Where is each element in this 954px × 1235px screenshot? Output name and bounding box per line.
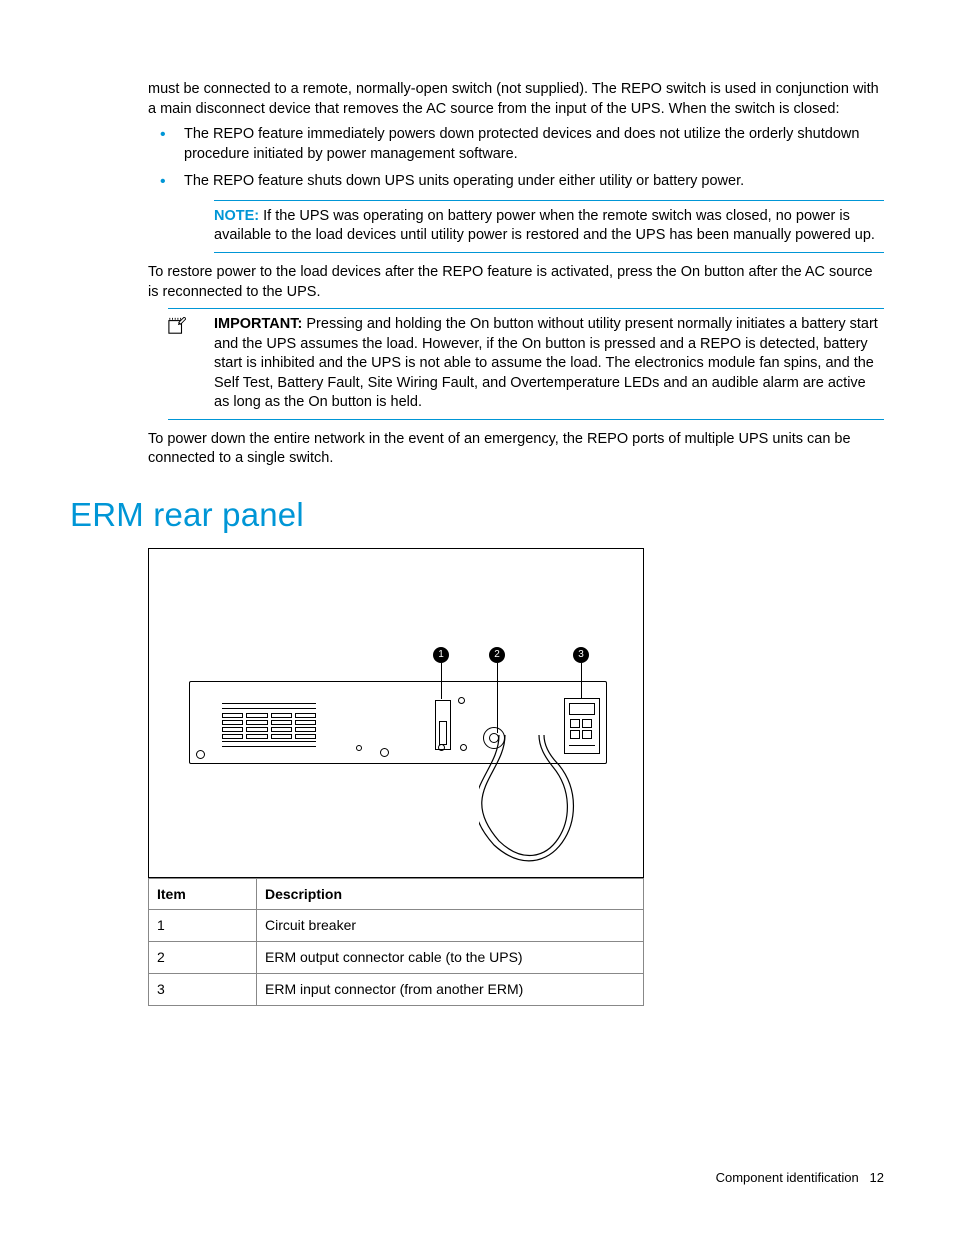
screw-icon: [196, 750, 205, 759]
table-row: 3 ERM input connector (from another ERM): [149, 974, 644, 1006]
table-header-item: Item: [149, 878, 257, 910]
bullet-item: The REPO feature immediately powers down…: [148, 125, 884, 164]
section-heading: ERM rear panel: [70, 493, 884, 538]
figure-callout-2: 2: [489, 647, 505, 663]
table-row: 2 ERM output connector cable (to the UPS…: [149, 942, 644, 974]
powerdown-paragraph: To power down the entire network in the …: [148, 430, 884, 469]
table-cell-item: 1: [149, 910, 257, 942]
page-footer: Component identification 12: [716, 1169, 884, 1187]
restore-paragraph: To restore power to the load devices aft…: [148, 263, 884, 302]
table-cell-desc: ERM input connector (from another ERM): [257, 974, 644, 1006]
table-cell-item: 3: [149, 974, 257, 1006]
screw-icon: [460, 744, 467, 751]
screw-icon: [380, 748, 389, 757]
parts-table: Item Description 1 Circuit breaker 2 ERM…: [148, 878, 644, 1007]
important-callout: IMPORTANT: Pressing and holding the On b…: [168, 308, 884, 420]
important-label: IMPORTANT:: [214, 316, 302, 332]
circuit-breaker: [435, 700, 451, 750]
intro-paragraph: must be connected to a remote, normally-…: [148, 80, 884, 119]
table-cell-item: 2: [149, 942, 257, 974]
vent-grille: [222, 703, 316, 745]
note-text-block: NOTE: If the UPS was operating on batter…: [214, 207, 884, 246]
footer-section: Component identification: [716, 1170, 859, 1185]
figure-callout-3: 3: [573, 647, 589, 663]
note-label: NOTE:: [214, 208, 259, 224]
figure-callout-1: 1: [433, 647, 449, 663]
important-text: Pressing and holding the On button witho…: [214, 316, 878, 410]
note-text: If the UPS was operating on battery powe…: [214, 208, 875, 244]
important-text-block: IMPORTANT: Pressing and holding the On b…: [186, 315, 884, 413]
table-cell-desc: Circuit breaker: [257, 910, 644, 942]
page-content: must be connected to a remote, normally-…: [148, 80, 884, 1006]
table-header-description: Description: [257, 878, 644, 910]
mounting-hole: [356, 745, 362, 751]
bullet-item: The REPO feature shuts down UPS units op…: [148, 172, 884, 192]
table-row: 1 Circuit breaker: [149, 910, 644, 942]
bullet-list: The REPO feature immediately powers down…: [148, 125, 884, 192]
erm-rear-panel-figure: 1 2 3: [148, 548, 644, 878]
footer-page-number: 12: [870, 1170, 884, 1185]
screw-icon: [458, 697, 465, 704]
cable: [479, 735, 609, 865]
table-cell-desc: ERM output connector cable (to the UPS): [257, 942, 644, 974]
pencil-note-icon: [168, 315, 186, 342]
note-callout: NOTE: If the UPS was operating on batter…: [214, 200, 884, 253]
